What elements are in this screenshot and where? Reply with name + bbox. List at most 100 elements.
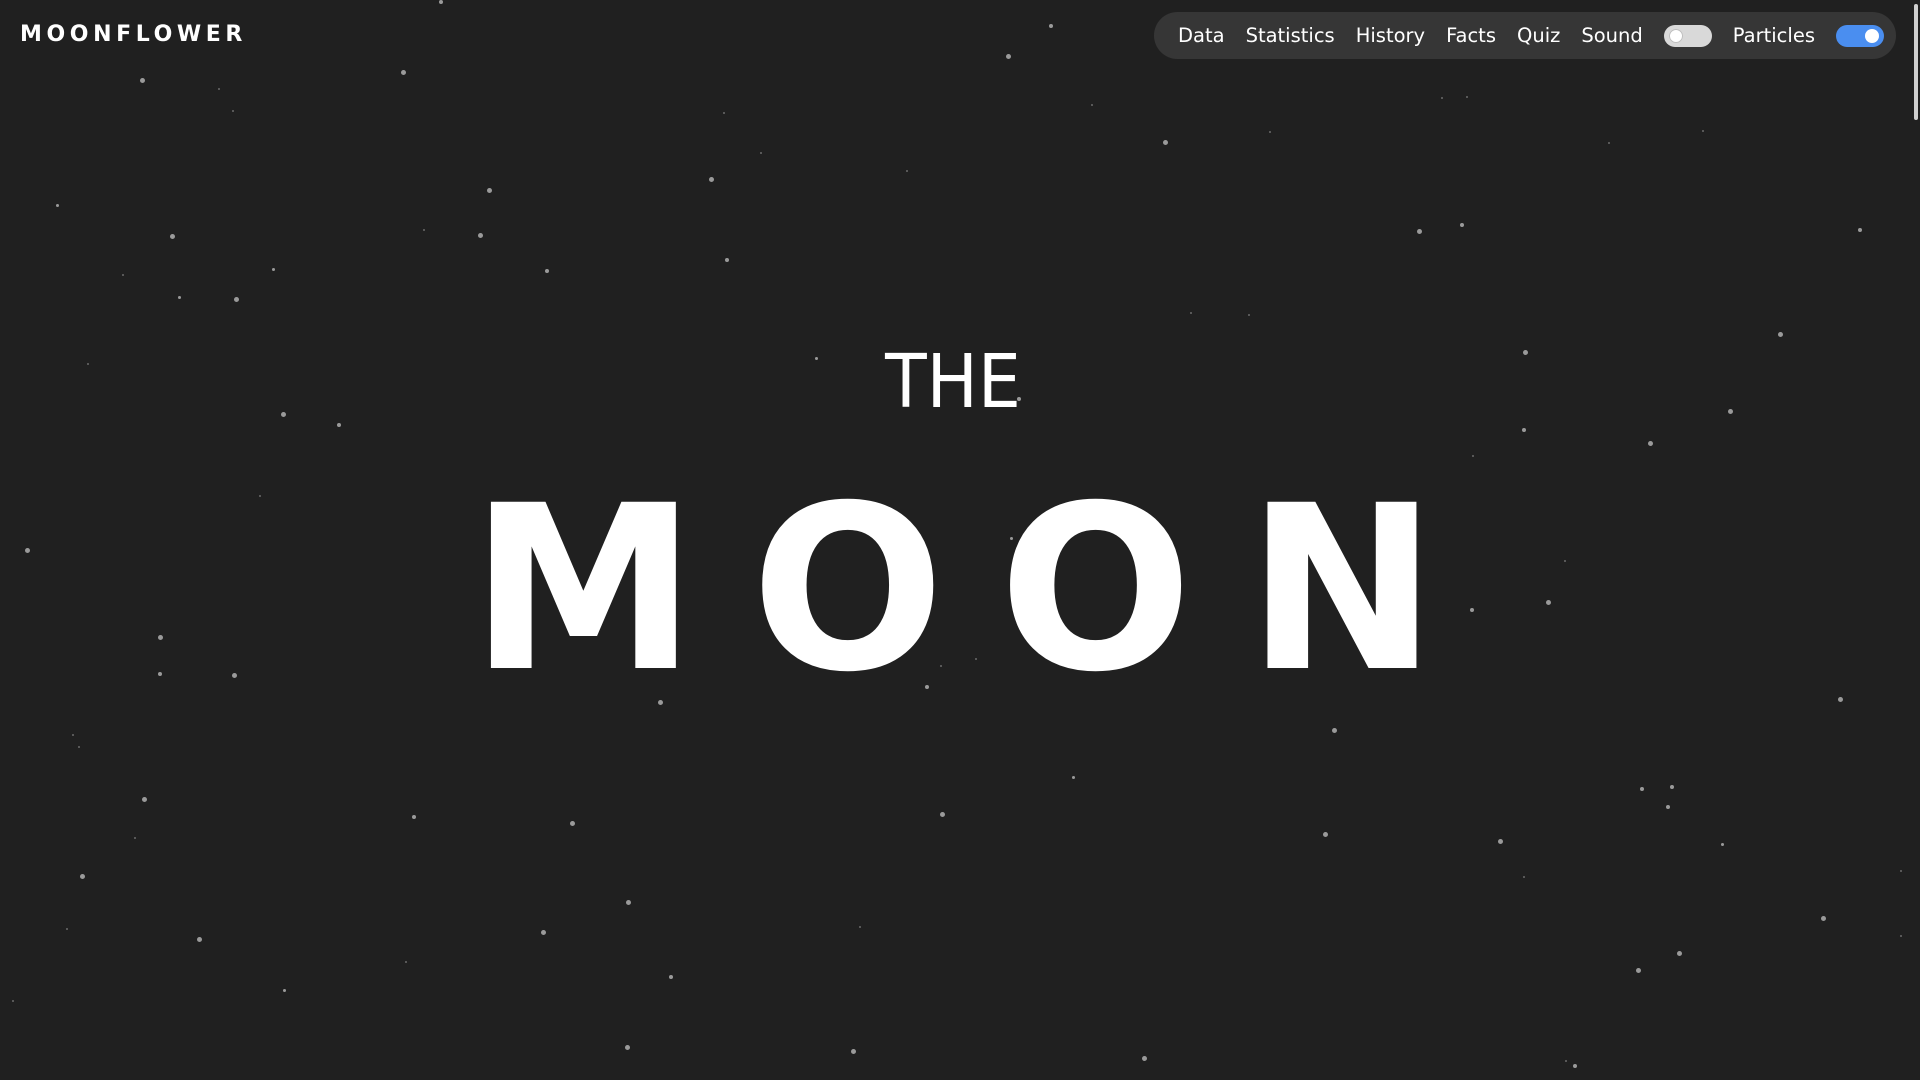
star-particle [1573,1064,1577,1068]
star-particle [412,815,416,819]
star-particle [1677,951,1682,956]
star-particle [134,837,136,839]
star-particle [1838,697,1843,702]
sound-toggle-knob [1668,28,1683,43]
star-particle [1006,54,1011,59]
star-particle [487,188,492,193]
star-particle [709,177,714,182]
star-particle [158,635,163,640]
star-particle [1142,1056,1147,1061]
star-particle [80,874,85,879]
star-particle [1332,728,1337,733]
star-particle [423,229,425,231]
star-particle [25,548,30,553]
star-particle [1564,560,1566,562]
top-navigation: Data Statistics History Facts Quiz Sound… [1154,12,1896,59]
star-particle [405,961,407,963]
star-particle [760,152,762,154]
star-particle [1670,785,1674,789]
star-particle [1072,776,1075,779]
hero-kicker: THE [885,339,1021,425]
hero-title: MOON [470,456,1492,722]
nav-link-facts[interactable]: Facts [1446,24,1496,47]
star-particle [1900,870,1902,872]
star-particle [1049,24,1053,28]
star-particle [1666,805,1670,809]
star-particle [1608,142,1610,144]
nav-link-statistics[interactable]: Statistics [1246,24,1335,47]
star-particle [12,1000,14,1002]
star-particle [478,233,483,238]
star-particle [72,734,74,736]
nav-link-quiz[interactable]: Quiz [1517,24,1560,47]
star-particle [1636,968,1641,973]
star-particle [197,937,202,942]
star-particle [178,296,181,299]
star-particle [1702,130,1704,132]
star-particle [1190,312,1192,314]
star-particle [66,928,68,930]
star-particle [859,926,861,928]
star-particle [626,900,631,905]
star-particle [259,495,261,497]
star-particle [232,673,237,678]
sound-toggle[interactable] [1663,24,1712,47]
star-particle [142,797,147,802]
star-particle [122,274,124,276]
star-particle [218,88,220,90]
particles-label: Particles [1732,24,1815,47]
particles-toggle[interactable] [1835,24,1884,47]
star-particle [725,258,729,262]
nav-link-data[interactable]: Data [1178,24,1225,47]
star-particle [158,672,162,676]
star-particle [940,812,945,817]
star-particle [78,746,80,748]
star-particle [439,0,443,4]
star-particle [1323,832,1328,837]
star-particle [669,975,673,979]
star-particle [272,268,275,271]
star-particle [56,204,59,207]
star-particle [1523,876,1525,878]
star-particle [1778,332,1783,337]
star-particle [234,297,239,302]
star-particle [1091,104,1093,106]
star-particle [1269,131,1271,133]
star-particle [723,112,725,114]
star-particle [1498,839,1503,844]
nav-link-history[interactable]: History [1356,24,1425,47]
star-particle [1721,843,1724,846]
star-particle [1858,228,1862,232]
star-particle [1900,935,1902,937]
particles-toggle-knob [1864,28,1879,43]
star-particle [283,989,286,992]
star-particle [140,78,145,83]
star-particle [570,821,575,826]
star-particle [1248,314,1250,316]
star-particle [1417,229,1422,234]
star-particle [170,234,175,239]
star-particle [1466,96,1468,98]
star-particle [1460,223,1464,227]
sound-label: Sound [1581,24,1643,47]
star-particle [232,110,234,112]
star-particle [1546,600,1551,605]
scrollbar-thumb[interactable] [1914,4,1918,120]
star-particle [1648,441,1653,446]
star-particle [545,269,549,273]
star-particle [1163,140,1168,145]
scrollbar[interactable] [1912,0,1920,1080]
star-particle [1640,787,1644,791]
star-particle [851,1049,856,1054]
star-particle [1522,428,1526,432]
star-particle [1821,916,1826,921]
star-particle [401,70,406,75]
star-particle [1565,1060,1567,1062]
star-particle [1441,97,1443,99]
star-particle [625,1045,630,1050]
star-particle [337,423,341,427]
page: MOONFLOWER Data Statistics History Facts… [0,0,1920,1080]
star-particle [906,170,908,172]
brand-logo[interactable]: MOONFLOWER [20,22,247,47]
star-particle [541,930,546,935]
